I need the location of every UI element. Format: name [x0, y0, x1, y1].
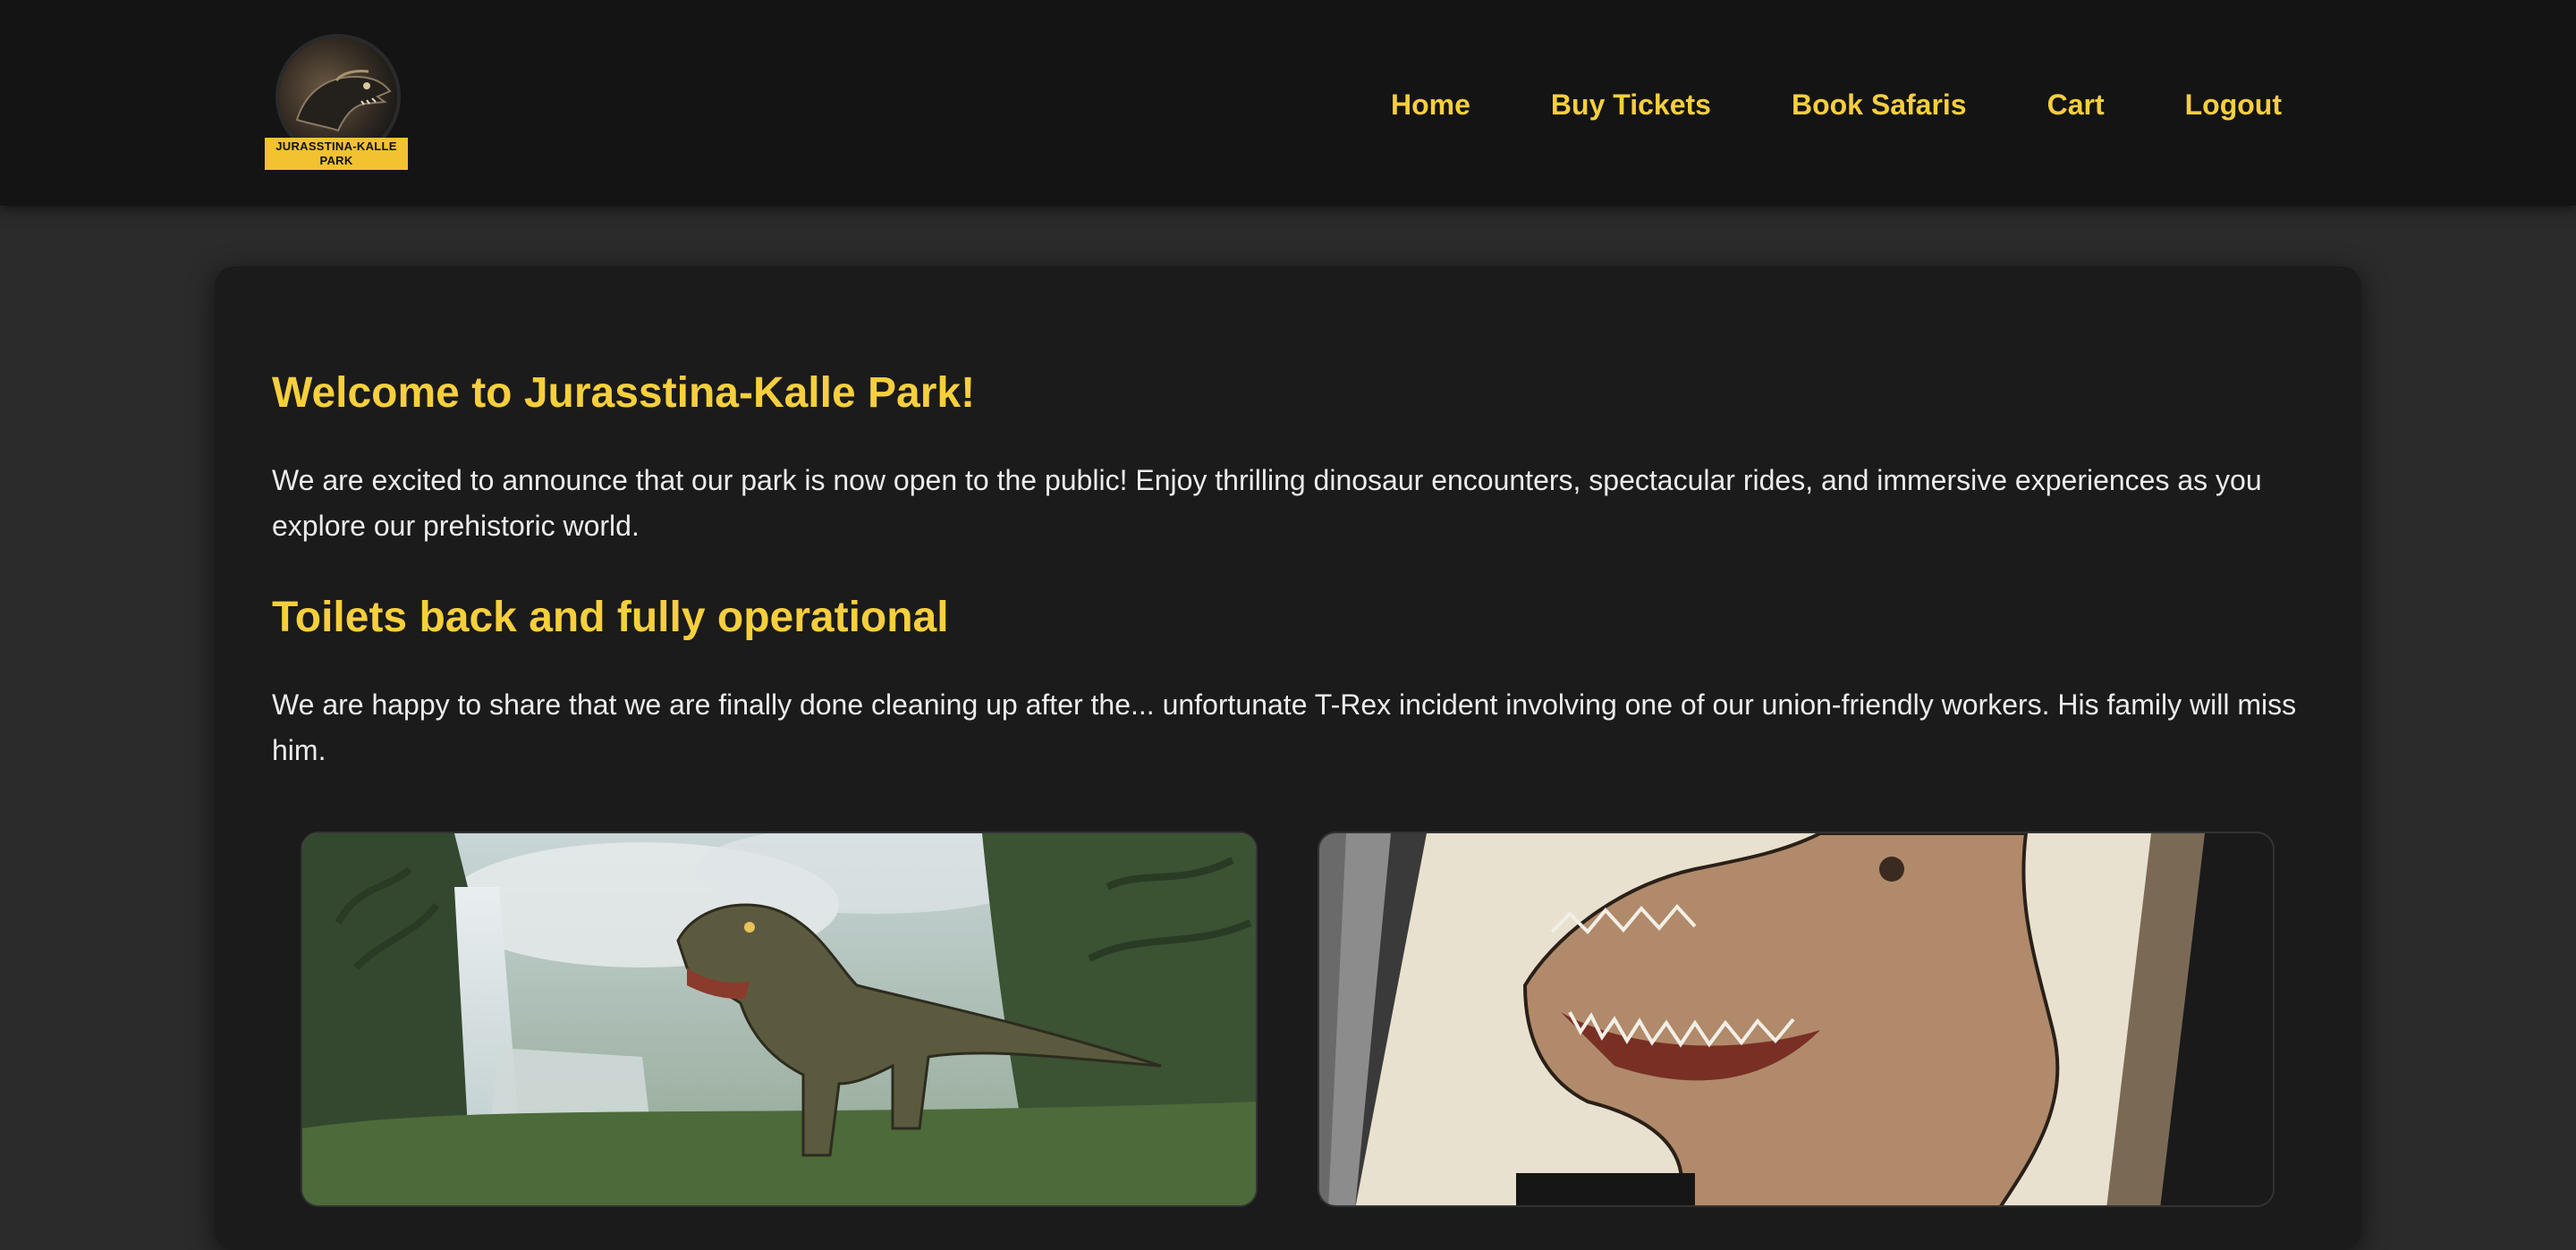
nav-home[interactable]: Home	[1391, 89, 1470, 122]
nav-buy-tickets[interactable]: Buy Tickets	[1551, 89, 1711, 122]
toilets-paragraph: We are happy to share that we are finall…	[272, 688, 2297, 766]
site-header: JURASSTINA-KALLE PARK Home Buy Tickets B…	[0, 0, 2576, 206]
main-nav: Home Buy Tickets Book Safaris Cart Logou…	[1391, 82, 2282, 127]
welcome-heading: Welcome to Jurasstina-Kalle Park!	[272, 369, 976, 417]
t-rex-jungle-image	[301, 832, 1258, 1207]
welcome-paragraph: We are excited to announce that our park…	[272, 464, 2262, 542]
nav-cart[interactable]: Cart	[2047, 89, 2105, 122]
nav-book-safaris[interactable]: Book Safaris	[1792, 89, 1967, 122]
nav-logout[interactable]: Logout	[2185, 89, 2282, 122]
toilets-heading: Toilets back and fully operational	[272, 594, 949, 641]
t-rex-poster-image	[1318, 832, 2275, 1207]
park-logo[interactable]: JURASSTINA-KALLE PARK	[265, 34, 411, 173]
logo-label: JURASSTINA-KALLE PARK	[265, 138, 408, 170]
